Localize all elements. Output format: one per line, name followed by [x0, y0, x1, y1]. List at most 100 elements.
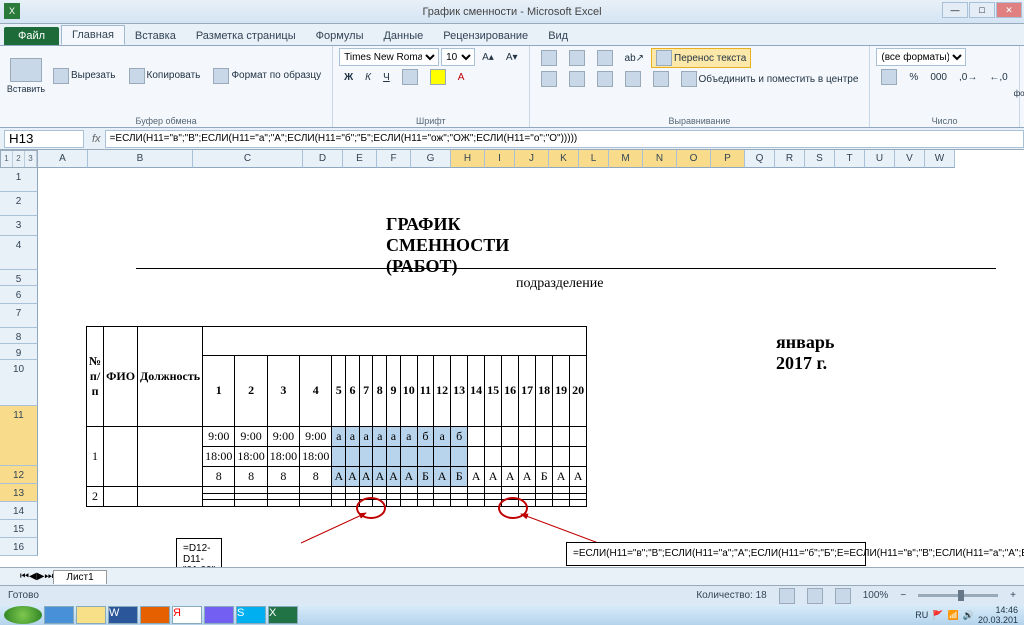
grow-font-button[interactable]: A▴ [477, 50, 499, 65]
taskbar-viber-icon[interactable] [204, 606, 234, 624]
bold-button[interactable]: Ж [339, 70, 358, 85]
col-header-L[interactable]: L [579, 150, 609, 168]
align-left-button[interactable] [536, 69, 562, 89]
paste-button[interactable]: Вставить [6, 48, 46, 104]
taskbar-firefox-icon[interactable] [140, 606, 170, 624]
outline-2[interactable]: 2 [13, 151, 25, 167]
border-button[interactable] [397, 67, 423, 87]
col-header-G[interactable]: G [411, 150, 451, 168]
orientation-button[interactable]: ab↗ [620, 51, 650, 66]
dec-decimal-button[interactable]: ←,0 [984, 70, 1012, 85]
view-normal-icon[interactable] [779, 588, 795, 604]
copy-button[interactable]: Копировать [124, 66, 206, 86]
underline-button[interactable]: Ч [378, 70, 395, 85]
col-header-P[interactable]: P [711, 150, 745, 168]
col-header-T[interactable]: T [835, 150, 865, 168]
fill-color-button[interactable] [425, 67, 451, 87]
currency-button[interactable] [876, 67, 902, 87]
start-button[interactable] [4, 606, 42, 624]
cut-button[interactable]: Вырезать [48, 66, 120, 86]
col-header-E[interactable]: E [343, 150, 377, 168]
tray-lang[interactable]: RU [915, 610, 928, 620]
align-top-button[interactable] [536, 48, 562, 68]
col-header-D[interactable]: D [303, 150, 343, 168]
italic-button[interactable]: К [360, 70, 376, 85]
tray-flag-icon[interactable]: 🚩 [932, 610, 943, 621]
wrap-text-button[interactable]: Перенос текста [651, 48, 751, 68]
col-header-C[interactable]: C [193, 150, 303, 168]
tray-net-icon[interactable]: 📶 [948, 610, 959, 621]
tab-layout[interactable]: Разметка страницы [186, 27, 306, 45]
col-header-H[interactable]: H [451, 150, 485, 168]
row-header-16[interactable]: 16 [0, 538, 38, 556]
align-right-button[interactable] [592, 69, 618, 89]
col-header-U[interactable]: U [865, 150, 895, 168]
comma-button[interactable]: 000 [925, 70, 952, 85]
col-header-W[interactable]: W [925, 150, 955, 168]
formula-input[interactable] [105, 130, 1024, 148]
row-header-1[interactable]: 1 [0, 168, 38, 192]
row-header-4[interactable]: 4 [0, 236, 38, 270]
row-header-3[interactable]: 3 [0, 216, 38, 236]
row-header-6[interactable]: 6 [0, 286, 38, 304]
col-header-M[interactable]: M [609, 150, 643, 168]
indent-inc-button[interactable] [648, 69, 674, 89]
col-header-Q[interactable]: Q [745, 150, 775, 168]
row-header-5[interactable]: 5 [0, 270, 38, 286]
col-header-B[interactable]: B [88, 150, 193, 168]
minimize-button[interactable]: ― [942, 2, 968, 18]
col-header-S[interactable]: S [805, 150, 835, 168]
indent-dec-button[interactable] [620, 69, 646, 89]
number-format-combo[interactable]: (все форматы) [876, 48, 966, 66]
zoom-in[interactable]: + [1010, 590, 1016, 601]
taskbar-ie-icon[interactable] [44, 606, 74, 624]
row-header-8[interactable]: 8 [0, 328, 38, 344]
sheet-nav-last[interactable]: ⏭ [44, 571, 53, 582]
col-header-V[interactable]: V [895, 150, 925, 168]
align-center-button[interactable] [564, 69, 590, 89]
maximize-button[interactable]: □ [969, 2, 995, 18]
row-header-14[interactable]: 14 [0, 502, 38, 520]
col-header-O[interactable]: O [677, 150, 711, 168]
col-header-F[interactable]: F [377, 150, 411, 168]
zoom-slider[interactable] [918, 594, 998, 597]
fx-icon[interactable]: fx [92, 133, 101, 145]
col-header-A[interactable]: A [38, 150, 88, 168]
row-header-13[interactable]: 13 [0, 484, 38, 502]
taskbar-excel-icon[interactable]: X [268, 606, 298, 624]
tab-review[interactable]: Рецензирование [433, 27, 538, 45]
worksheet-grid[interactable]: 1 2 3 ABCDEFGHIJKLMNOPQRSTUVW 1234567891… [0, 150, 1024, 567]
tab-formulas[interactable]: Формулы [306, 27, 374, 45]
merge-button[interactable]: Объединить и поместить в центре [676, 69, 864, 89]
font-color-button[interactable]: A [453, 70, 470, 85]
align-bot-button[interactable] [592, 48, 618, 68]
font-family-combo[interactable]: Times New Roman [339, 48, 439, 66]
row-header-2[interactable]: 2 [0, 192, 38, 216]
tab-data[interactable]: Данные [373, 27, 433, 45]
sheet-nav-next[interactable]: ▶ [37, 571, 45, 582]
taskbar-explorer-icon[interactable] [76, 606, 106, 624]
shrink-font-button[interactable]: A▾ [501, 50, 523, 65]
align-mid-button[interactable] [564, 48, 590, 68]
taskbar-word-icon[interactable]: W [108, 606, 138, 624]
close-button[interactable]: ✕ [996, 2, 1022, 18]
view-layout-icon[interactable] [807, 588, 823, 604]
outline-1[interactable]: 1 [1, 151, 13, 167]
row-header-12[interactable]: 12 [0, 466, 38, 484]
annotation-1[interactable]: =D12-D11-"01:00" [176, 538, 222, 567]
tab-home[interactable]: Главная [61, 25, 125, 45]
col-header-I[interactable]: I [485, 150, 515, 168]
col-header-R[interactable]: R [775, 150, 805, 168]
taskbar-skype-icon[interactable]: S [236, 606, 266, 624]
sheet-nav-first[interactable]: ⏮ [20, 571, 29, 582]
col-header-J[interactable]: J [515, 150, 549, 168]
sheet-nav-prev[interactable]: ◀ [29, 571, 37, 582]
font-size-combo[interactable]: 10 [441, 48, 475, 66]
zoom-out[interactable]: − [900, 590, 906, 601]
tab-insert[interactable]: Вставка [125, 27, 186, 45]
annotation-2[interactable]: =ЕСЛИ(H11="в";"В";ЕСЛИ(H11="а";"А";ЕСЛИ(… [566, 542, 866, 566]
taskbar-yandex-icon[interactable]: Я [172, 606, 202, 624]
view-break-icon[interactable] [835, 588, 851, 604]
outline-3[interactable]: 3 [25, 151, 37, 167]
row-header-9[interactable]: 9 [0, 344, 38, 360]
